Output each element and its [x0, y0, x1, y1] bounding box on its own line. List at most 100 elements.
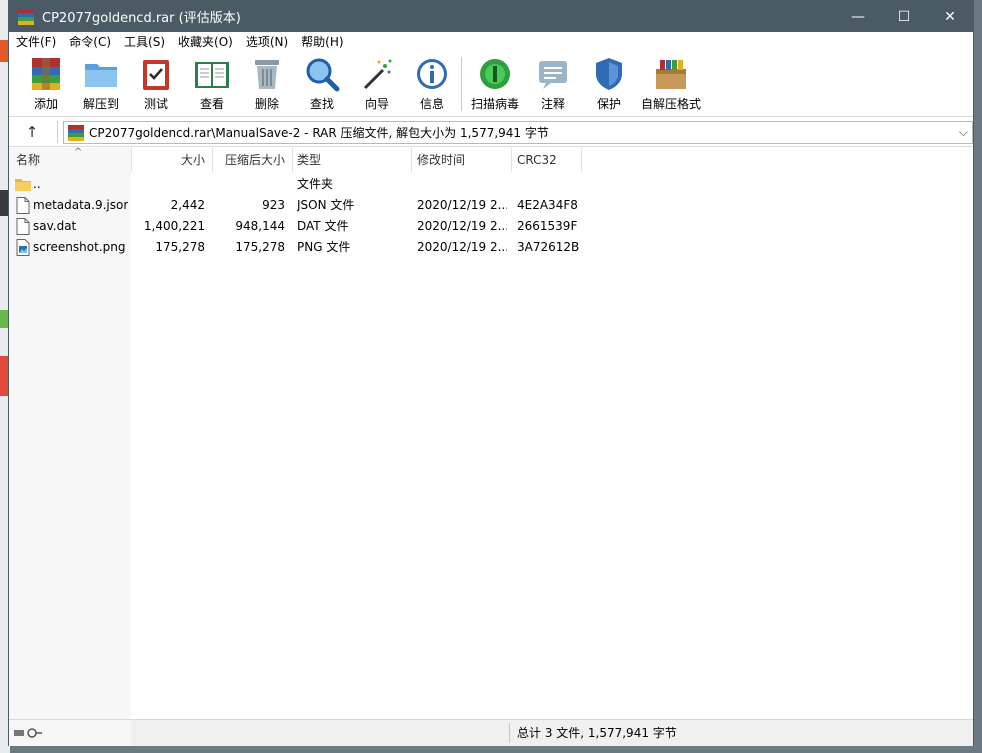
toolbar-test-label: 测试 [143, 97, 168, 111]
column-header-crc32[interactable]: CRC32 [517, 148, 581, 172]
toolbar-extract-label: 解压到 [82, 97, 119, 111]
file-modified: 2020/12/19 2... [417, 240, 507, 254]
column-header-type[interactable]: 类型 [297, 148, 407, 172]
virus-scan-icon [476, 55, 514, 93]
file-packed-size: 175,278 [235, 240, 285, 254]
menu-tools[interactable]: 工具(S) [120, 33, 169, 50]
file-crc32: 4E2A34F8 [517, 198, 578, 212]
file-type: 文件夹 [297, 177, 334, 191]
toolbar-test-button[interactable]: 测试 [128, 55, 184, 113]
toolbar-virus-scan-button[interactable]: 扫描病毒 [467, 55, 523, 113]
address-row: ↑ CP2077goldencd.rar\ManualSave-2 - RAR … [9, 117, 973, 147]
file-row[interactable]: metadata.9.json 2,442 923 JSON 文件 2020/1… [9, 195, 973, 216]
file-modified: 2020/12/19 2... [417, 219, 507, 233]
file-modified [417, 174, 507, 195]
archive-icon [68, 124, 84, 141]
toolbar-protect-button[interactable]: 保护 [581, 55, 637, 113]
title-bar: CP2077goldencd.rar (评估版本) — ☐ ✕ [9, 1, 973, 32]
toolbar-info-button[interactable]: 信息 [404, 55, 460, 113]
menu-file[interactable]: 文件(F) [12, 33, 60, 50]
file-name: metadata.9.json [33, 198, 128, 212]
magnifier-icon [303, 55, 341, 93]
file-type: JSON 文件 [297, 198, 355, 212]
toolbar-sfx-button[interactable]: 自解压格式 [641, 55, 702, 113]
comment-icon [534, 55, 572, 93]
up-folder-button[interactable]: ↑ [13, 119, 51, 145]
winrar-app-icon [18, 8, 34, 25]
file-row-parent[interactable]: .. 文件夹 [9, 174, 973, 195]
test-clipboard-icon [137, 55, 175, 93]
file-icon [16, 218, 30, 235]
file-icon [16, 197, 30, 214]
toolbar-virus-scan-label: 扫描病毒 [470, 97, 519, 111]
toolbar-comment-label: 注释 [540, 97, 565, 111]
toolbar-protect-label: 保护 [596, 97, 621, 111]
window-title: CP2077goldencd.rar (评估版本) [42, 11, 241, 26]
file-crc32 [517, 174, 581, 195]
maximize-button[interactable]: ☐ [881, 1, 927, 32]
file-list: 名称 ^ 大小 压缩后大小 类型 修改时间 CRC32 .. 文件夹 metad… [9, 147, 973, 719]
toolbar-extract-button[interactable]: 解压到 [73, 55, 129, 113]
minimize-icon: — [851, 8, 865, 25]
chevron-down-icon[interactable]: ⌵ [959, 125, 968, 140]
sort-ascending-icon: ^ [74, 147, 83, 158]
sfx-box-icon [652, 55, 690, 93]
info-icon [413, 55, 451, 93]
arrow-up-icon: ↑ [25, 123, 39, 141]
file-row[interactable]: sav.dat 1,400,221 948,144 DAT 文件 2020/12… [9, 216, 973, 237]
toolbar-view-button[interactable]: 查看 [184, 55, 240, 113]
drive-key-icon [14, 728, 42, 738]
toolbar-separator [461, 57, 462, 111]
toolbar-add-button[interactable]: 添加 [18, 55, 74, 113]
file-name: .. [33, 177, 41, 191]
shield-icon [590, 55, 628, 93]
status-summary: 总计 3 文件, 1,577,941 字节 [517, 726, 677, 740]
maximize-icon: ☐ [897, 8, 911, 25]
menu-commands[interactable]: 命令(C) [65, 33, 115, 50]
address-bar[interactable]: CP2077goldencd.rar\ManualSave-2 - RAR 压缩… [63, 121, 973, 144]
menu-favorites[interactable]: 收藏夹(O) [174, 33, 237, 50]
toolbar-delete-button[interactable]: 删除 [239, 55, 295, 113]
toolbar-sfx-label: 自解压格式 [641, 97, 702, 111]
file-type: PNG 文件 [297, 240, 351, 254]
file-size: 175,278 [155, 240, 205, 254]
file-name: screenshot.png [33, 240, 126, 254]
menu-bar: 文件(F) 命令(C) 工具(S) 收藏夹(O) 选项(N) 帮助(H) [9, 32, 973, 51]
view-book-icon [193, 55, 231, 93]
file-crc32: 3A72612B [517, 240, 580, 254]
file-size: 1,400,221 [143, 219, 205, 233]
folder-icon [15, 179, 31, 191]
file-row[interactable]: screenshot.png 175,278 175,278 PNG 文件 20… [9, 237, 973, 258]
file-packed-size: 948,144 [235, 219, 285, 233]
close-button[interactable]: ✕ [927, 1, 973, 32]
file-crc32: 2661539F [517, 219, 578, 233]
column-header-name[interactable]: 名称 ^ [16, 147, 126, 172]
minimize-button[interactable]: — [835, 1, 881, 32]
toolbar-add-label: 添加 [33, 97, 58, 111]
toolbar-wizard-label: 向导 [364, 97, 389, 111]
close-icon: ✕ [944, 8, 956, 25]
file-packed-size: 923 [262, 198, 285, 212]
file-modified: 2020/12/19 2... [417, 198, 507, 212]
wizard-wand-icon [358, 55, 396, 93]
toolbar-find-button[interactable]: 查找 [294, 55, 350, 113]
toolbar-info-label: 信息 [419, 97, 444, 111]
toolbar-view-label: 查看 [199, 97, 224, 111]
toolbar-wizard-button[interactable]: 向导 [349, 55, 405, 113]
file-packed-size [214, 174, 285, 195]
file-size [133, 174, 205, 195]
menu-help[interactable]: 帮助(H) [297, 33, 347, 50]
column-header-modified[interactable]: 修改时间 [417, 148, 507, 172]
address-path: CP2077goldencd.rar\ManualSave-2 - RAR 压缩… [89, 126, 549, 140]
toolbar-delete-label: 删除 [254, 97, 279, 111]
trash-icon [248, 55, 286, 93]
status-bar: 总计 3 文件, 1,577,941 字节 [9, 719, 973, 746]
file-name: sav.dat [33, 219, 77, 233]
file-type: DAT 文件 [297, 219, 349, 233]
toolbar-comment-button[interactable]: 注释 [525, 55, 581, 113]
column-header-packed[interactable]: 压缩后大小 [214, 148, 285, 172]
winrar-window: CP2077goldencd.rar (评估版本) — ☐ ✕ 文件(F) 命令… [8, 0, 974, 746]
column-header-size[interactable]: 大小 [133, 148, 205, 172]
menu-options[interactable]: 选项(N) [242, 33, 292, 50]
extract-folder-icon [82, 55, 120, 93]
